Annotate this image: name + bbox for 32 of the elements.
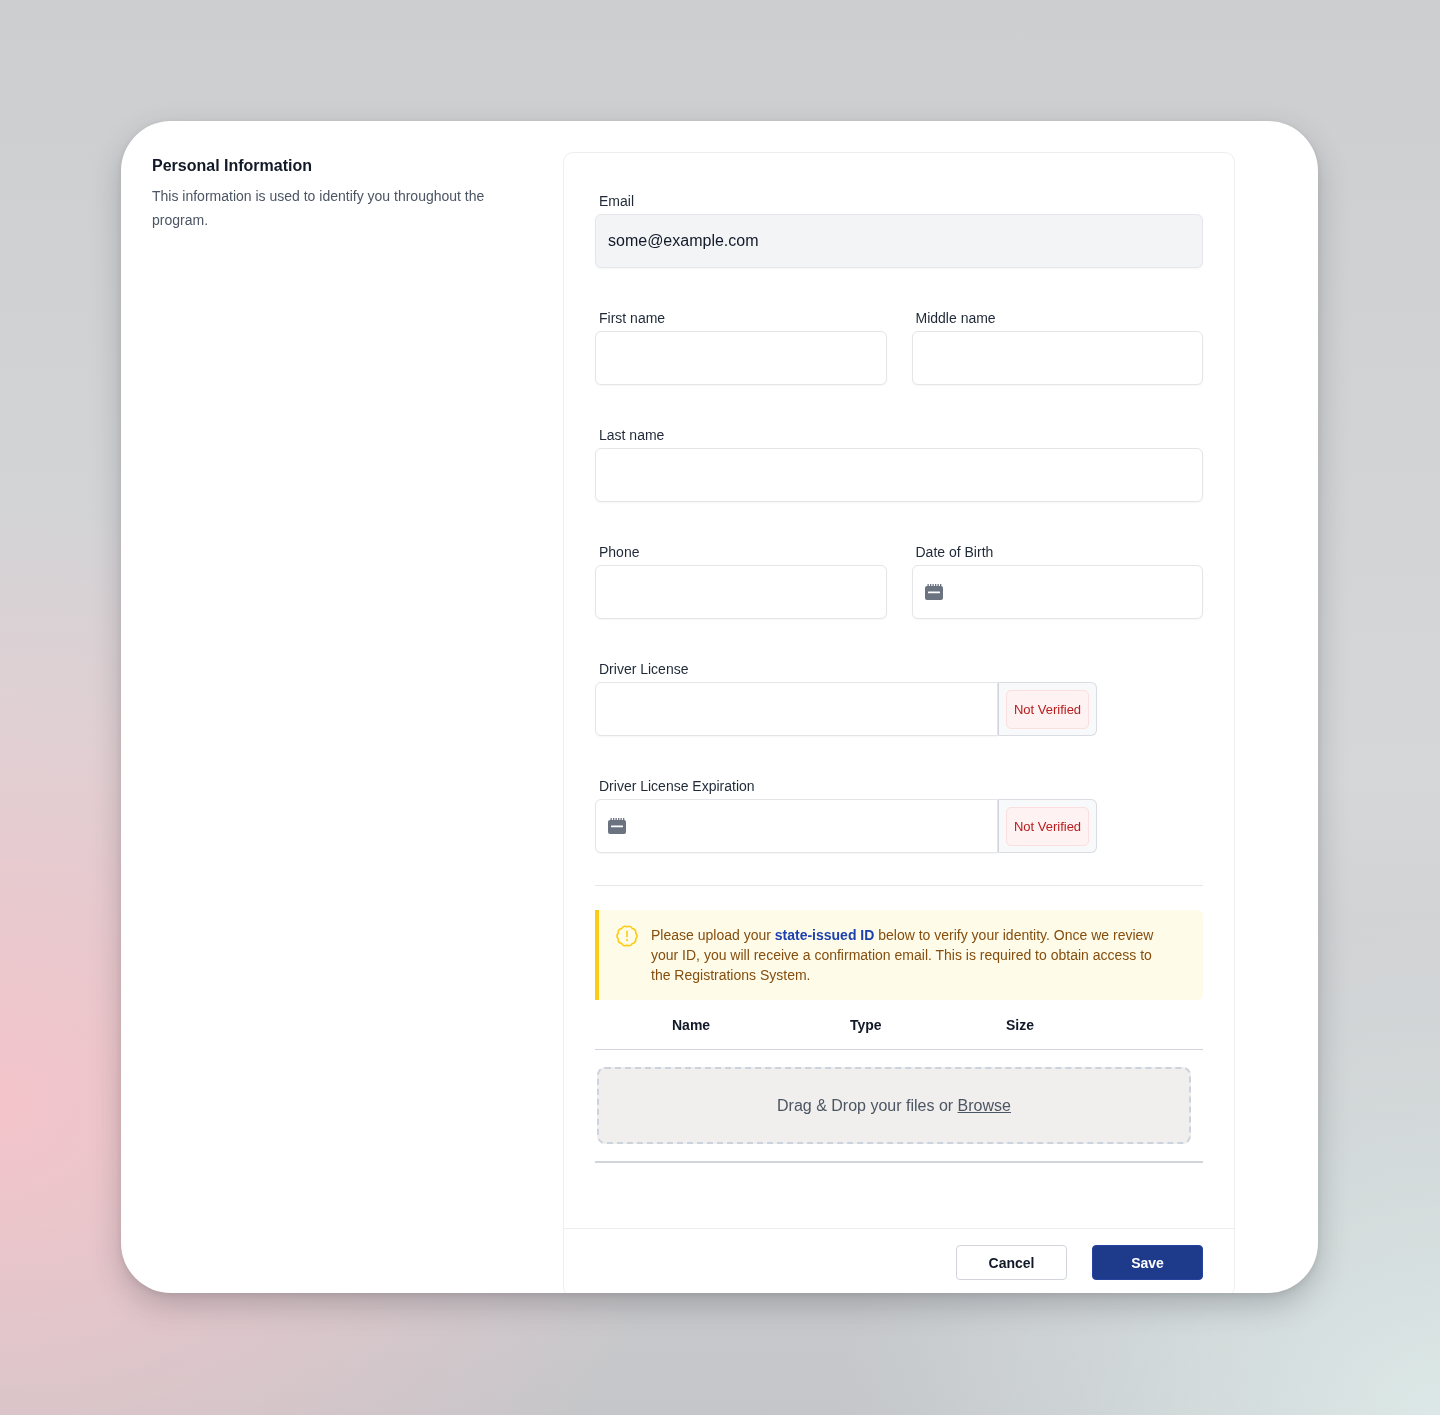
field-label: Last name [599,426,665,445]
field-label: Middle name [915,309,996,328]
file-dropzone[interactable]: Drag & Drop your files or Browse [597,1067,1191,1144]
exclamation-badge-icon [615,924,639,948]
input-field[interactable] [595,331,887,385]
field-label: First name [599,309,666,328]
dropzone-prompt: Drag & Drop your files or Browse [777,1096,1011,1115]
id-link[interactable]: state-issued ID [774,927,875,943]
date-field[interactable] [595,799,998,853]
field-label: Driver License Expiration [599,777,755,796]
calendar-icon [608,818,626,834]
input-field[interactable] [595,448,1203,502]
section-title: Personal Information [152,156,313,176]
secondary-button[interactable]: Cancel [956,1245,1067,1280]
primary-button[interactable]: Save [1092,1245,1203,1280]
status-badge: Not Verified [1006,806,1089,846]
input-field[interactable] [911,331,1203,385]
column-header: Name [672,1016,711,1033]
notice-text: Please upload your state-issued ID below to verify your identity. Once we review your ID, you will receive a confirmation email. This is required to obtain access to the Registrations System. [651,926,1155,985]
field-label: Phone [599,543,640,562]
field-label: Email [599,192,634,211]
date-field[interactable] [911,565,1203,619]
browse-link[interactable]: Browse [957,1096,1011,1114]
section-description: This information is used to identify you throughout the program. [152,187,486,230]
status-badge: Not Verified [1006,689,1089,729]
column-header: Type [850,1016,882,1033]
field-label: Driver License [599,660,689,679]
calendar-icon [924,584,943,600]
field-label: Date of Birth [915,543,994,562]
input-field[interactable] [595,565,887,619]
column-header: Size [1006,1016,1034,1033]
input-field[interactable] [595,682,998,736]
